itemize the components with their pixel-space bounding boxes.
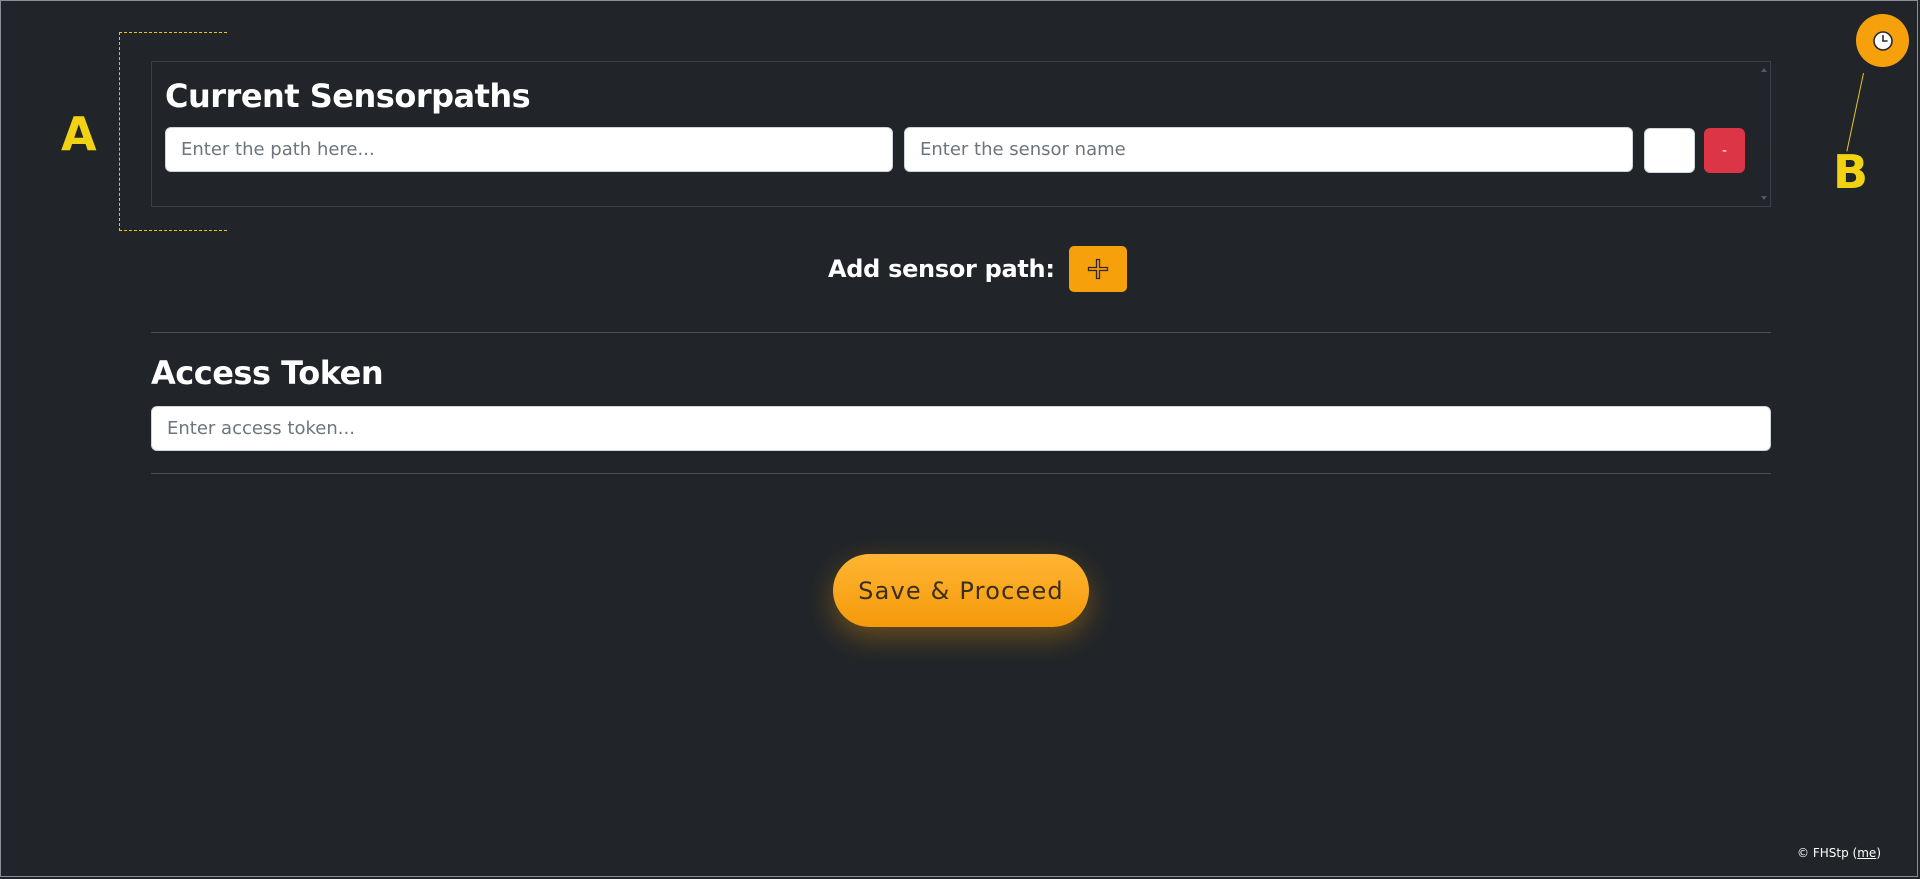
add-sensor-path-button[interactable] (1068, 246, 1127, 292)
access-token-input[interactable] (151, 406, 1771, 451)
divider (151, 332, 1771, 333)
annotation-b-label: B (1833, 145, 1869, 199)
sensorpaths-panel: Current Sensorpaths - (151, 61, 1771, 207)
add-sensor-path-row: Add sensor path: (828, 246, 1127, 292)
annotation-a-label: A (61, 107, 97, 161)
clock-button[interactable] (1856, 14, 1909, 67)
access-token-title: Access Token (151, 354, 384, 392)
sensor-name-input[interactable] (904, 127, 1633, 172)
annotation-b-line (1846, 73, 1864, 152)
footer-suffix: ) (1876, 846, 1881, 860)
page: A B Current Sensorpaths - Add sensor pat… (0, 0, 1918, 877)
scroll-down-arrow[interactable] (1761, 196, 1767, 200)
footer-copyright: © FHStp ( (1797, 846, 1858, 860)
sensor-path-input[interactable] (165, 127, 893, 172)
plus-icon (1087, 258, 1108, 280)
footer-me-link[interactable]: me (1857, 846, 1876, 860)
add-sensor-path-label: Add sensor path: (828, 255, 1055, 283)
sensor-row-blank-button[interactable] (1644, 128, 1695, 173)
save-proceed-button[interactable]: Save & Proceed (833, 554, 1089, 627)
clock-icon (1872, 30, 1893, 51)
remove-sensor-path-button[interactable]: - (1704, 128, 1745, 173)
footer: © FHStp (me) (1797, 846, 1881, 860)
divider (151, 473, 1771, 474)
scroll-up-arrow[interactable] (1761, 68, 1767, 72)
sensorpaths-title: Current Sensorpaths (165, 77, 531, 115)
